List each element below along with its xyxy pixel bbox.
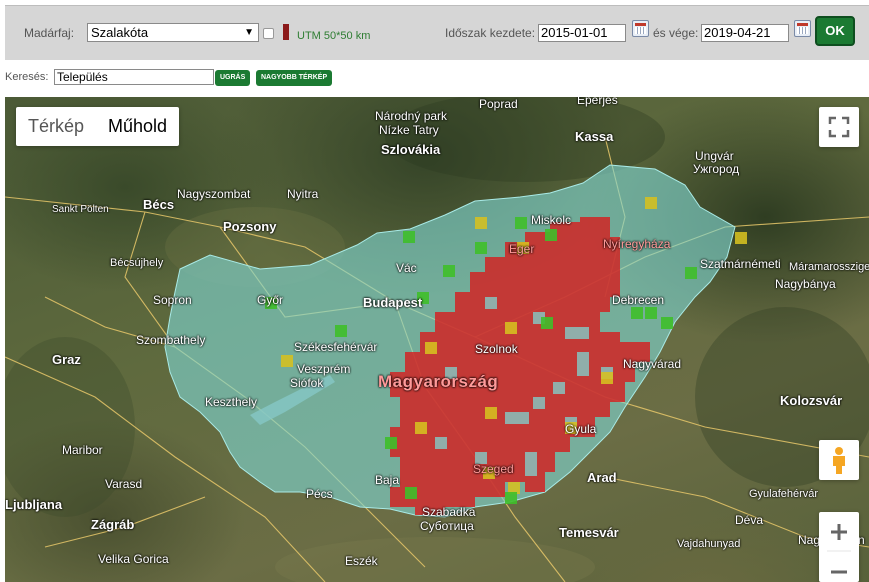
zoom-out-button[interactable] [819,552,859,582]
place-label: Szabadka [422,505,476,519]
place-label: Kassa [575,129,614,144]
place-label: Eger [509,242,535,256]
calendar-icon[interactable] [632,20,649,37]
species-select-value: Szalakóta [91,25,149,40]
utm-checkbox[interactable] [263,28,274,39]
place-label: Vác [396,261,417,275]
zoom-out-icon [831,570,847,574]
place-label: Varasd [105,477,143,491]
bigger-map-button[interactable]: NAGYOBB TÉRKÉP [256,70,333,86]
fullscreen-icon [828,116,850,138]
utm-color-swatch [283,24,289,40]
period-end-input[interactable]: 2019-04-21 [701,24,789,42]
map-type-satellite-button[interactable]: Műhold [96,107,179,146]
place-label: Déva [735,513,764,527]
place-label: Szlovákia [381,142,441,157]
species-select[interactable]: Szalakóta ▼ [87,23,259,42]
place-label: Zágráb [91,517,135,532]
place-label: Ljubljana [5,497,63,512]
zoom-in-icon [831,524,847,540]
place-label: Pécs [306,487,333,501]
place-label: Budapest [363,295,423,310]
place-label: Máramarossziget [789,261,869,273]
calendar-icon[interactable] [794,20,811,37]
place-label: Baja [375,473,400,487]
place-label: Nyitra [287,187,319,201]
place-label: Суботица [420,519,474,533]
place-label: Vajdahunyad [677,538,741,550]
place-label: Maribor [62,443,103,457]
period-end-label: és vége: [653,26,699,40]
place-label: Szatmárnémeti [700,257,781,271]
jump-button[interactable]: UGRÁS [215,70,251,86]
place-label: Keszthely [205,395,258,409]
place-label: Szeged [473,462,514,476]
place-label: Gyula [565,422,597,436]
place-label: Győr [257,293,284,307]
place-label: Nagyvárad [623,357,682,371]
place-label: Eszék [345,554,378,568]
country-label: Magyarország [378,372,499,391]
chevron-down-icon: ▼ [244,27,254,38]
place-label: Národný park [375,109,448,123]
search-label: Keresés: [5,71,49,83]
search-input[interactable]: Település [54,69,214,85]
fullscreen-button[interactable] [819,107,859,147]
place-label: Arad [587,470,617,485]
place-label: Nyíregyháza [603,237,671,251]
place-label: Nagybánya [775,277,836,291]
place-label: Nagyszombat [177,187,251,201]
ok-button[interactable]: OK [815,16,855,46]
place-label: Szombathely [136,333,206,347]
zoom-control [819,512,859,582]
place-label: Ужгород [693,162,740,176]
place-label: Veszprém [297,362,351,376]
period-start-input[interactable]: 2015-01-01 [538,24,626,42]
map-type-toggle: Térkép Műhold [16,107,180,146]
place-label: Miskolc [531,213,572,227]
place-label: Siófok [290,376,324,390]
satellite-map[interactable]: Národný park Nízke Tatry Poprad Eperjes … [5,97,869,582]
place-label: Gyulafehérvár [749,488,819,500]
place-label: Szolnok [475,342,518,356]
place-label: Sankt Pölten [52,204,109,215]
filter-bar: Madárfaj: Szalakóta ▼ UTM 50*50 km Idősz… [5,5,869,60]
place-label: Poprad [479,97,518,111]
place-label: Kolozsvár [780,393,843,408]
place-label: Székesfehérvár [294,340,378,354]
place-label: Temesvár [559,525,619,540]
place-label: Bécs [143,197,175,212]
place-label: Velika Gorica [98,552,169,566]
zoom-in-button[interactable] [819,512,859,551]
search-row: Keresés: Település UGRÁS NAGYOBB TÉRKÉP [5,67,869,87]
period-start-label: Időszak kezdete: [445,26,536,40]
species-label: Madárfaj: [24,26,75,40]
place-label: Eperjes [577,97,618,107]
street-view-button[interactable] [819,440,859,480]
pegman-icon [833,447,845,474]
place-label: Pozsony [223,219,277,234]
place-label: Debrecen [612,293,665,307]
utm-label: UTM 50*50 km [297,30,371,42]
map-type-map-button[interactable]: Térkép [16,107,96,146]
place-label: Graz [52,352,81,367]
place-label: Nízke Tatry [379,123,439,137]
place-label: Ungvár [695,149,734,163]
place-label: Bécsújhely [110,257,164,269]
place-label: Sopron [153,293,192,307]
